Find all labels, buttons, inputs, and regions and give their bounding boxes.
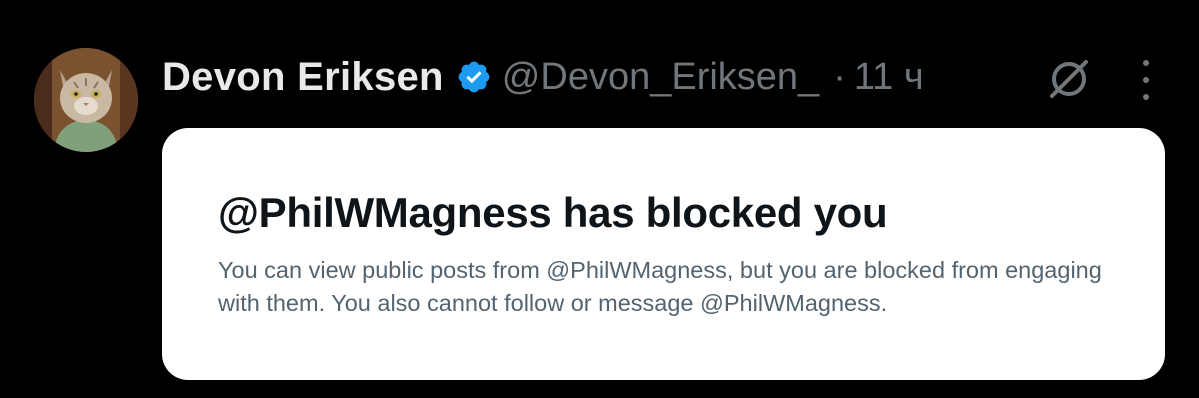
more-dot [1143,60,1149,66]
more-dot [1143,77,1149,83]
grok-icon[interactable] [1046,56,1092,102]
author-handle[interactable]: @Devon_Eriksen_ [502,56,819,99]
blocked-notice-card: @PhilWMagness has blocked you You can vi… [162,128,1165,380]
avatar[interactable] [34,48,138,152]
more-dot [1143,94,1149,100]
cat-avatar-image [34,48,138,152]
separator-dot: · [833,55,846,98]
more-icon[interactable] [1134,60,1158,100]
blocked-notice-body: You can view public posts from @PhilWMag… [218,257,1102,316]
verified-badge-icon[interactable] [456,59,492,95]
post-header: Devon Eriksen @Devon_Eriksen_ · 11 ч [162,52,924,102]
blocked-notice-title: @PhilWMagness has blocked you [218,189,888,236]
post-timestamp[interactable]: 11 ч [854,56,924,99]
author-name[interactable]: Devon Eriksen [162,55,444,100]
